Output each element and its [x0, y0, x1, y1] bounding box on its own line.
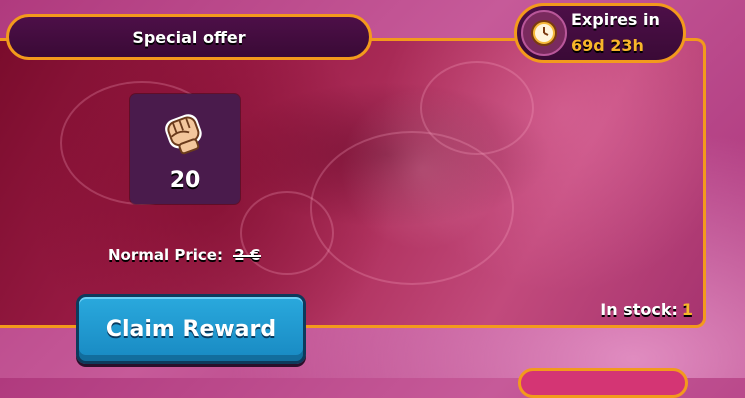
offer-title-text: Special offer: [132, 27, 246, 47]
stock-value: 1: [681, 300, 693, 319]
stock-indicator: In stock: 1: [600, 300, 693, 319]
claim-reward-button[interactable]: Claim Reward: [76, 294, 306, 364]
expires-time: 69d 23h: [571, 36, 644, 55]
fist-icon: [152, 98, 216, 162]
clock-icon: [521, 10, 567, 56]
offer-panel: [0, 38, 706, 328]
normal-price-value: 2 €: [234, 246, 261, 264]
item-count: 20: [169, 168, 201, 193]
reward-item-card: 20: [130, 94, 240, 204]
claim-reward-label: Claim Reward: [105, 316, 277, 342]
expiry-timer: Expires in 69d 23h: [514, 3, 686, 63]
offer-title: Special offer: [6, 14, 372, 60]
background-bubble: [420, 61, 534, 155]
normal-price-label: Normal Price:: [108, 246, 223, 264]
bottom-right-button[interactable]: [518, 368, 688, 398]
normal-price: Normal Price: 2 €: [108, 246, 260, 264]
expires-label: Expires in: [571, 10, 660, 29]
stock-label: In stock:: [600, 300, 678, 319]
